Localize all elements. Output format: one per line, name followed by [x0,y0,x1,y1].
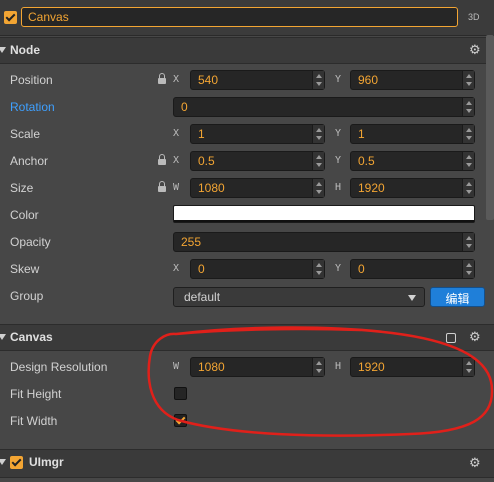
size-label: Size [10,181,34,195]
design-resolution-w-axis: W [173,361,180,372]
lock-icon[interactable] [158,154,166,165]
scale-x-input[interactable]: 1 [190,124,325,144]
rotation-input[interactable]: 0 [173,97,475,117]
design-resolution-h-axis: H [335,361,342,372]
skew-y-input[interactable]: 0 [350,259,475,279]
position-y-axis: Y [335,74,342,85]
uimgr-enabled-checkbox[interactable] [10,456,23,469]
position-label: Position [10,73,53,87]
anchor-y-input[interactable]: 0.5 [350,151,475,171]
fit-width-label: Fit Width [10,414,58,428]
opacity-input[interactable]: 255 [173,232,475,252]
skew-y-axis: Y [335,263,342,274]
size-w-axis: W [173,182,180,193]
collapse-arrow-icon[interactable] [0,334,6,340]
node-active-checkbox[interactable] [4,11,17,24]
gear-icon[interactable]: ⚙ [469,456,481,469]
design-resolution-label: Design Resolution [10,360,108,374]
collapse-arrow-icon[interactable] [0,47,6,53]
position-x-axis: X [173,74,180,85]
edit-group-button[interactable]: 编辑 [430,287,485,307]
anchor-x-input[interactable]: 0.5 [190,151,325,171]
design-resolution-h-input[interactable]: 1920 [350,357,475,377]
fit-width-checkbox[interactable] [174,414,187,427]
position-x-input[interactable]: 540 [190,70,325,90]
size-w-input[interactable]: 1080 [190,178,325,198]
fit-height-checkbox[interactable] [174,387,187,400]
node-section-header[interactable]: Node ⚙ [0,37,494,64]
uimgr-section-header[interactable]: UImgr ⚙ [0,449,494,478]
collapse-arrow-icon[interactable] [0,459,6,465]
node-name-input[interactable]: Canvas [21,7,458,27]
scale-x-axis: X [173,128,180,139]
lock-icon[interactable] [158,73,166,84]
color-label: Color [10,208,39,222]
skew-x-axis: X [173,263,180,274]
scrollbar[interactable] [486,35,494,220]
skew-x-input[interactable]: 0 [190,259,325,279]
canvas-section-title: Canvas [10,330,53,344]
chevron-down-icon [408,295,416,301]
canvas-section-header[interactable]: Canvas ⚙ [0,324,494,351]
color-picker[interactable] [173,205,475,223]
node-section-title: Node [10,43,40,57]
scale-y-input[interactable]: 1 [350,124,475,144]
component-menu-icon[interactable] [446,333,456,343]
group-select[interactable]: default [173,287,425,307]
skew-label: Skew [10,262,40,276]
uimgr-section-title: UImgr [29,455,64,469]
anchor-x-axis: X [173,155,180,166]
group-label: Group [10,289,44,303]
scale-label: Scale [10,127,41,141]
rotation-label[interactable]: Rotation [10,100,55,114]
scale-y-axis: Y [335,128,342,139]
gear-icon[interactable]: ⚙ [469,43,481,56]
3d-toggle[interactable]: 3D [468,12,480,22]
group-select-value: default [184,290,221,304]
node-header: Canvas 3D [0,0,494,36]
lock-icon[interactable] [158,181,166,192]
gear-icon[interactable]: ⚙ [469,330,481,343]
anchor-label: Anchor [10,154,49,168]
anchor-y-axis: Y [335,155,342,166]
size-h-axis: H [335,182,342,193]
opacity-label: Opacity [10,235,51,249]
design-resolution-w-input[interactable]: 1080 [190,357,325,377]
position-y-input[interactable]: 960 [350,70,475,90]
fit-height-label: Fit Height [10,387,62,401]
size-h-input[interactable]: 1920 [350,178,475,198]
